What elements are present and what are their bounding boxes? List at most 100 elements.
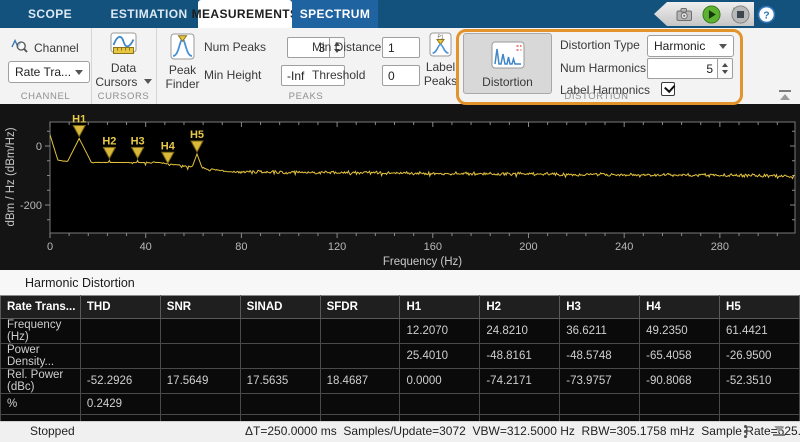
label-peaks-label: Label Peaks bbox=[418, 60, 463, 88]
chevron-down-icon bbox=[75, 70, 83, 75]
spectrum-axes: 040801201602002402800-200Frequency (Hz)d… bbox=[0, 104, 800, 270]
svg-text:280: 280 bbox=[711, 241, 729, 253]
table-cell: 0.2429 bbox=[80, 394, 160, 415]
svg-text:200: 200 bbox=[519, 241, 537, 253]
collapse-statusbar-icon[interactable] bbox=[772, 426, 785, 436]
distortion-type-label: Distortion Type bbox=[560, 38, 640, 52]
column-header: SINAD bbox=[240, 296, 320, 319]
tab-measurements[interactable]: MEASUREMENTS bbox=[198, 0, 292, 28]
svg-text:240: 240 bbox=[615, 241, 633, 253]
stop-icon[interactable] bbox=[730, 4, 750, 24]
row-label: Frequency (Hz) bbox=[1, 319, 81, 344]
table-cell: 0.0000 bbox=[400, 369, 480, 394]
section-label-peaks: PEAKS bbox=[156, 91, 456, 102]
channel-select[interactable]: Rate Tra... bbox=[8, 61, 90, 83]
column-header: Rate Trans... bbox=[1, 296, 81, 319]
table-cell: -52.3510 bbox=[720, 369, 800, 394]
overflow-menu-icon[interactable] bbox=[744, 425, 747, 438]
svg-text:dBm / Hz (dBm/Hz): dBm / Hz (dBm/Hz) bbox=[5, 127, 17, 226]
table-cell: -52.2926 bbox=[80, 369, 160, 394]
status-state: Stopped bbox=[30, 424, 75, 438]
column-header: SFDR bbox=[320, 296, 400, 319]
table-cell: 24.8210 bbox=[480, 319, 560, 344]
svg-text:Frequency (Hz): Frequency (Hz) bbox=[383, 256, 462, 268]
min-height-label: Min Height bbox=[204, 68, 261, 82]
run-icon[interactable] bbox=[702, 5, 721, 24]
min-distance-label: Min Distance bbox=[312, 40, 381, 54]
num-harmonics-stepper[interactable]: 5 bbox=[647, 58, 733, 79]
label-peaks-button[interactable]: P1 bbox=[429, 32, 452, 62]
table-cell: -48.5748 bbox=[560, 344, 640, 369]
row-label: % bbox=[1, 394, 81, 415]
label-peaks-icon: P1 bbox=[429, 44, 452, 61]
num-peaks-label: Num Peaks bbox=[204, 40, 266, 54]
column-header: H3 bbox=[560, 296, 640, 319]
channel-button[interactable]: Channel bbox=[11, 37, 79, 58]
table-title: Harmonic Distortion bbox=[0, 270, 800, 295]
table-cell: -74.2171 bbox=[480, 369, 560, 394]
table-cell bbox=[80, 319, 160, 344]
table-cell: -90.8068 bbox=[640, 369, 720, 394]
table-cell bbox=[320, 319, 400, 344]
threshold-field[interactable]: 0 bbox=[382, 65, 420, 86]
help-icon[interactable]: ? bbox=[756, 4, 776, 24]
collapse-toolstrip-icon[interactable] bbox=[778, 90, 791, 100]
table-cell bbox=[480, 394, 560, 415]
table-cell: 61.4421 bbox=[720, 319, 800, 344]
distortion-icon bbox=[491, 41, 525, 72]
peak-finder-button[interactable] bbox=[170, 33, 195, 65]
table-cell: 36.6211 bbox=[560, 319, 640, 344]
svg-text:160: 160 bbox=[424, 241, 442, 253]
help-glyph: ? bbox=[763, 10, 769, 21]
data-cursors-button[interactable] bbox=[110, 32, 137, 62]
column-header: THD bbox=[80, 296, 160, 319]
harmonic-label: H5 bbox=[190, 129, 204, 141]
row-label: Power Density... bbox=[1, 344, 81, 369]
harmonic-table: Rate Trans...THDSNRSINADSFDRH1H2H3H4H5Fr… bbox=[0, 295, 800, 421]
row-label: Rel. Power (dBc) bbox=[1, 369, 81, 394]
tab-scope[interactable]: SCOPE bbox=[0, 0, 100, 28]
section-label-distortion: DISTORTION bbox=[456, 91, 737, 102]
table-cell bbox=[240, 319, 320, 344]
distortion-type-select[interactable]: Harmonic bbox=[647, 35, 734, 57]
num-harmonics-value[interactable]: 5 bbox=[647, 58, 718, 79]
distortion-toggle-button[interactable]: Distortion bbox=[463, 33, 552, 94]
stepper-arrows[interactable] bbox=[718, 58, 733, 79]
snapshot-icon[interactable] bbox=[675, 5, 694, 24]
min-distance-field[interactable]: 1 bbox=[382, 37, 420, 58]
data-cursors-label[interactable]: Data Cursors bbox=[91, 61, 156, 89]
table-cell bbox=[160, 394, 240, 415]
table-row: Frequency (Hz)12.207024.821036.621149.23… bbox=[1, 319, 800, 344]
spectrum-analyzer-window: SCOPE ESTIMATION MEASUREMENTS SPECTRUM ? bbox=[0, 0, 800, 442]
column-header: H1 bbox=[400, 296, 480, 319]
table-row: Power Density...25.4010-48.8161-48.5748-… bbox=[1, 344, 800, 369]
chevron-down-icon bbox=[144, 79, 152, 84]
table-cell bbox=[80, 344, 160, 369]
section-label-channel: CHANNEL bbox=[0, 91, 91, 102]
table-cell bbox=[400, 394, 480, 415]
spectrum-plot: 040801201602002402800-200Frequency (Hz)d… bbox=[0, 104, 800, 270]
data-cursors-icon bbox=[110, 44, 137, 61]
peak-finder-icon bbox=[170, 47, 195, 64]
channel-button-label: Channel bbox=[34, 41, 79, 55]
svg-text:0: 0 bbox=[36, 141, 42, 153]
tab-spectrum[interactable]: SPECTRUM bbox=[292, 0, 378, 28]
svg-text:0: 0 bbox=[47, 241, 53, 253]
table-cell bbox=[240, 394, 320, 415]
svg-text:80: 80 bbox=[235, 241, 247, 253]
table-cell bbox=[160, 319, 240, 344]
channel-icon bbox=[11, 37, 28, 58]
tab-estimation[interactable]: ESTIMATION bbox=[100, 0, 198, 28]
svg-text:-200: -200 bbox=[20, 200, 42, 212]
table-cell: -48.8161 bbox=[480, 344, 560, 369]
section-label-cursors: CURSORS bbox=[91, 91, 156, 102]
table-cell: -65.4058 bbox=[640, 344, 720, 369]
table-cell: 12.2070 bbox=[400, 319, 480, 344]
harmonic-label: H1 bbox=[72, 114, 86, 126]
distortion-button-label: Distortion bbox=[464, 75, 551, 89]
harmonic-label: H4 bbox=[161, 140, 176, 152]
column-header: H4 bbox=[640, 296, 720, 319]
table-row: Rel. Power (dBc)-52.292617.564917.563518… bbox=[1, 369, 800, 394]
threshold-label: Threshold bbox=[312, 68, 365, 82]
column-header: H5 bbox=[720, 296, 800, 319]
